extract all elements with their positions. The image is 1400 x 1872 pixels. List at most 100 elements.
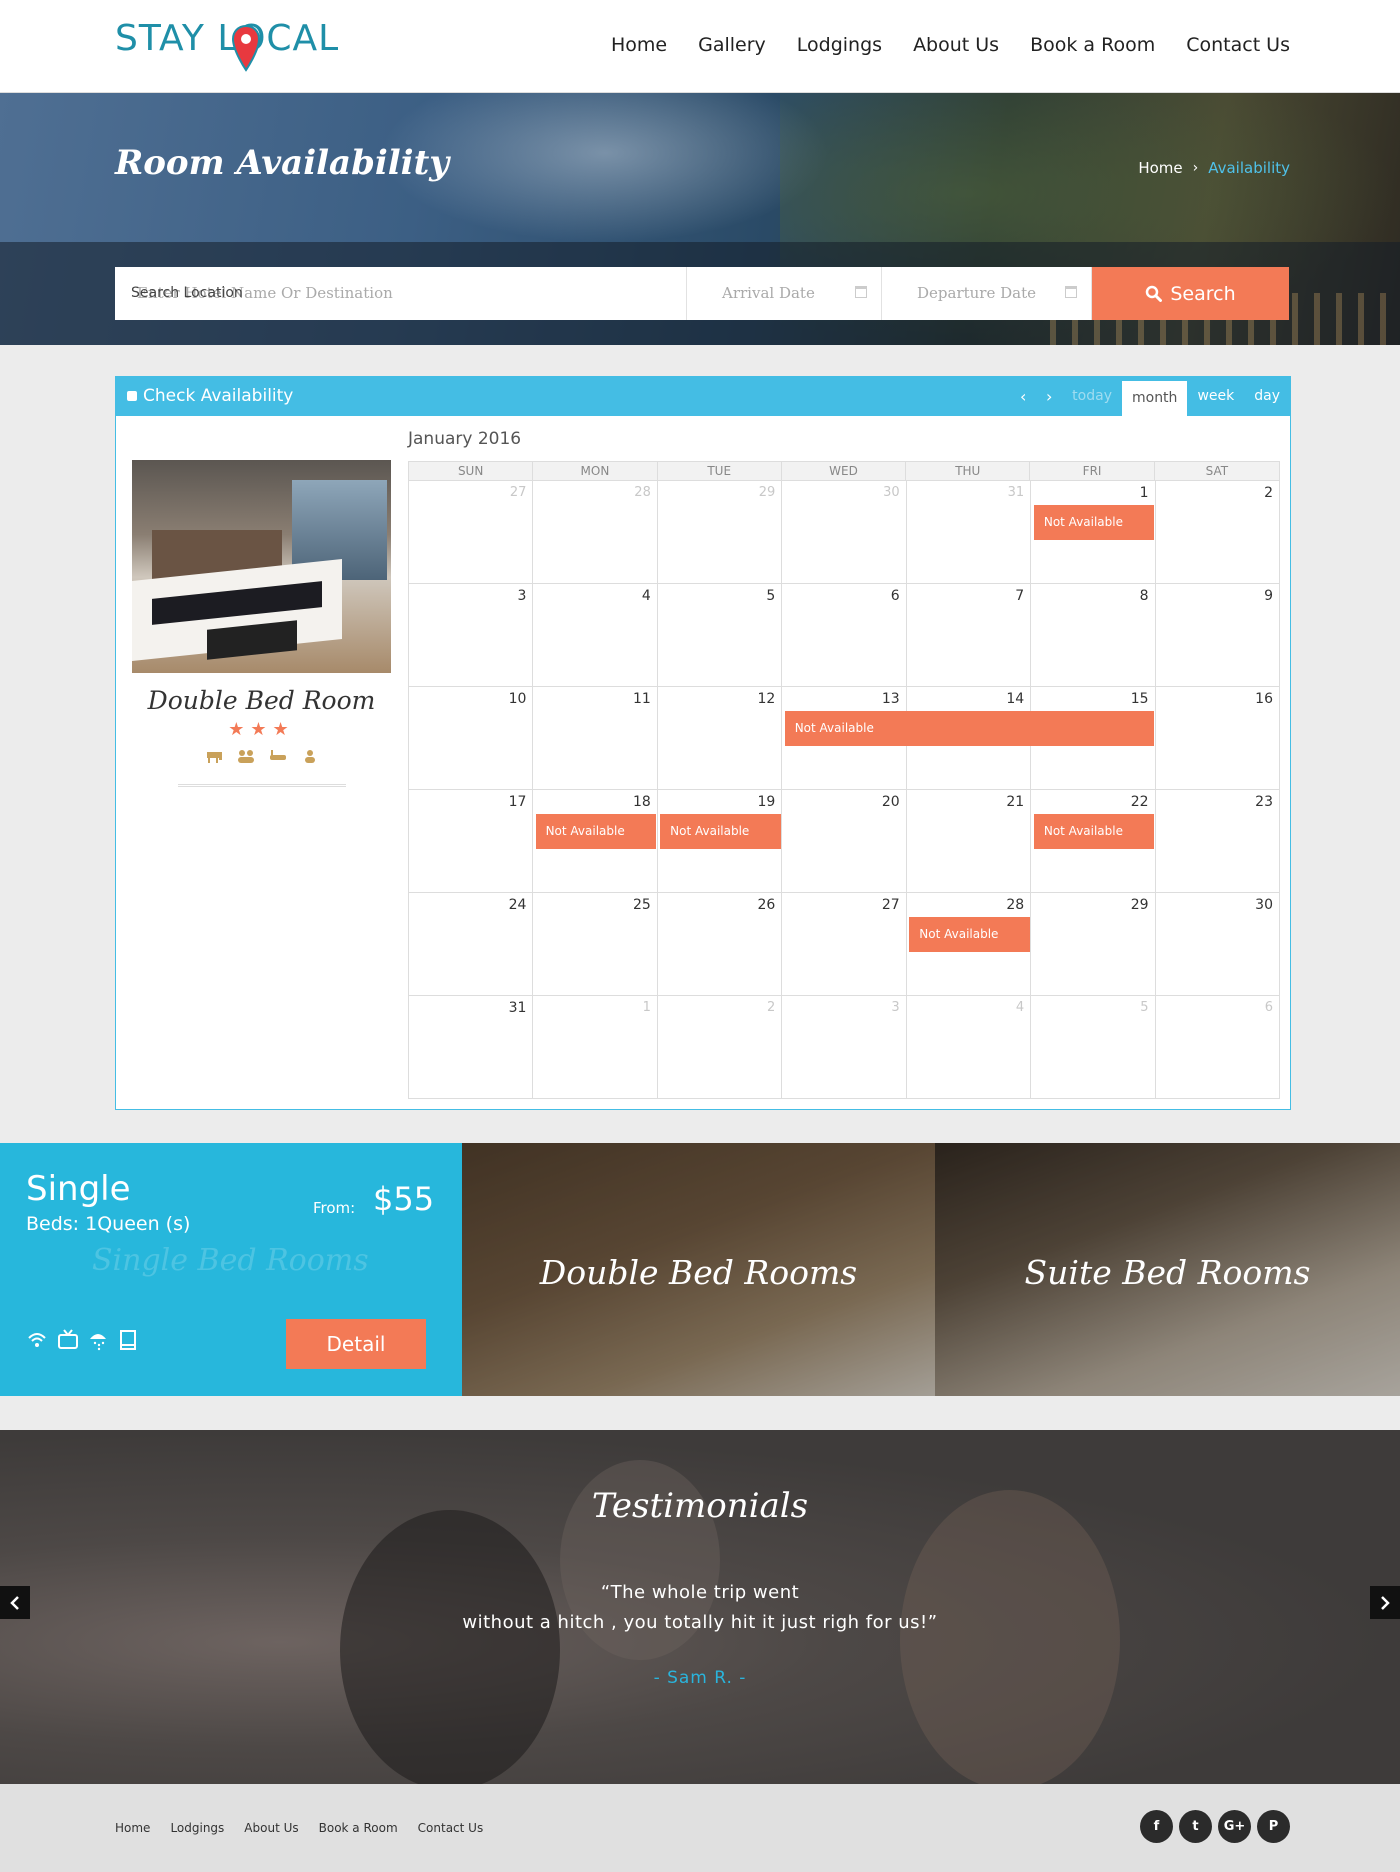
elephant-icon [205,748,223,763]
not-available-event[interactable]: Not Available [660,814,781,849]
month-view-button[interactable]: month [1121,381,1188,416]
footer-link-contact-us[interactable]: Contact Us [418,1821,484,1835]
double-room-tile[interactable]: Double Bed Rooms [462,1143,935,1396]
footer-link-about-us[interactable]: About Us [244,1821,298,1835]
calendar-day-cell[interactable]: 7 [907,584,1032,686]
wifi-icon [27,1329,47,1351]
calendar-day-cell[interactable]: 8 [1031,584,1156,686]
nav-about-us[interactable]: About Us [913,34,999,56]
single-ghost-caption: Single Bed Rooms [92,1243,369,1278]
calendar-day-cell[interactable]: 16 [1156,687,1280,789]
calendar-day-cell[interactable]: 25 [533,893,658,995]
calendar-day-cell[interactable]: 28 [533,481,658,583]
bathtub-icon [269,748,287,762]
calendar-icon [1065,286,1077,298]
search-bar: Enter Hotel Name Or Destination Search L… [115,267,1289,320]
search-button[interactable]: Search [1092,267,1289,320]
carousel-prev-button[interactable] [0,1586,30,1619]
not-available-event[interactable]: Not Available [535,814,657,849]
calendar-month-label: January 2016 [408,429,522,449]
calendar-day-cell[interactable]: 30 [782,481,907,583]
location-label: Search Location [131,285,243,301]
background-blur [340,1510,560,1784]
nav-home[interactable]: Home [611,34,667,56]
calendar-day-cell[interactable]: 4 [907,996,1032,1098]
calendar-day-cell[interactable]: 21 [907,790,1032,892]
calendar-day-number: 25 [633,897,651,913]
today-button[interactable]: today [1062,377,1122,416]
calendar-day-cell[interactable]: 24 [409,893,534,995]
twitter-icon[interactable]: t [1179,1810,1212,1843]
calendar-day-cell[interactable]: 17 [409,790,534,892]
suite-room-tile[interactable]: Suite Bed Rooms [935,1143,1400,1396]
calendar-day-cell[interactable]: 12 [658,687,783,789]
calendar-day-number: 16 [1255,691,1273,707]
breadcrumb-home[interactable]: Home [1138,159,1182,177]
calendar-day-cell[interactable]: 31 [907,481,1032,583]
calendar-day-cell[interactable]: 3 [782,996,907,1098]
nav-lodgings[interactable]: Lodgings [797,34,882,56]
calendar-day-cell[interactable]: 6 [1156,996,1280,1098]
calendar-day-cell[interactable]: 27 [782,893,907,995]
footer-link-lodgings[interactable]: Lodgings [170,1821,224,1835]
departure-date-input[interactable]: Departure Date [882,267,1092,320]
footer-link-home[interactable]: Home [115,1821,150,1835]
day-view-button[interactable]: day [1244,377,1290,416]
breadcrumb-current: Availability [1208,159,1290,177]
calendar-day-cell[interactable]: 1 [533,996,658,1098]
logo[interactable]: STAY LOCAL [115,16,338,82]
calendar-day-cell[interactable]: 26 [658,893,783,995]
calendar-day-cell[interactable]: 29 [1031,893,1156,995]
search-button-label: Search [1170,282,1236,305]
calendar-day-cell[interactable]: 5 [658,584,783,686]
calendar-day-number: 4 [641,588,651,604]
not-available-event[interactable]: Not Available [909,917,1030,952]
room-tiles: Single Bed Rooms Single Beds: 1Queen (s)… [0,1143,1400,1396]
calendar-day-cell[interactable]: 27 [409,481,534,583]
pinterest-icon[interactable]: P [1257,1810,1290,1843]
calendar-day-cell[interactable]: 23 [1156,790,1280,892]
room-type: Single [26,1169,131,1209]
prev-month-button[interactable]: ‹ [1010,387,1036,406]
detail-button[interactable]: Detail [286,1319,426,1369]
google-plus-icon[interactable]: G+ [1218,1810,1251,1843]
calendar-day-cell[interactable]: 30 [1156,893,1280,995]
nav-gallery[interactable]: Gallery [698,34,766,56]
calendar-day-cell[interactable]: 20 [782,790,907,892]
arrival-date-input[interactable]: Arrival Date [687,267,882,320]
not-available-event[interactable]: Not Available [1033,814,1155,849]
nav-contact-us[interactable]: Contact Us [1186,34,1290,56]
next-month-button[interactable]: › [1036,387,1062,406]
week-view-button[interactable]: week [1187,377,1244,416]
calendar-day-number: 7 [1015,588,1025,604]
facebook-icon[interactable]: f [1140,1810,1173,1843]
room-photo[interactable] [132,460,391,673]
calendar-day-number: 5 [766,588,776,604]
location-input[interactable]: Enter Hotel Name Or Destination Search L… [115,267,687,320]
not-available-event[interactable]: Not Available [784,711,1155,746]
calendar-day-cell[interactable]: 10 [409,687,534,789]
calendar-day-cell[interactable]: 5 [1031,996,1156,1098]
calendar-day-cell[interactable]: 29 [658,481,783,583]
nav-book-a-room[interactable]: Book a Room [1030,34,1155,56]
footer-link-book-a-room[interactable]: Book a Room [319,1821,398,1835]
calendar-day-cell[interactable]: 2 [658,996,783,1098]
calendar-day-cell[interactable]: 3 [409,584,534,686]
main-nav: Home Gallery Lodgings About Us Book a Ro… [580,34,1290,56]
calendar-day-cell[interactable]: 31 [409,996,534,1098]
calendar-day-cell[interactable]: 2 [1156,481,1280,583]
calendar-day-cell[interactable]: 11 [533,687,658,789]
calendar-day-cell[interactable]: 6 [782,584,907,686]
calendar-week: 10 11 12 13 14 15 16 Not Available [409,687,1280,790]
testimonial-quote-line: “The whole trip went [600,1582,800,1603]
carousel-next-button[interactable] [1370,1586,1400,1619]
testimonial-author: - Sam R. - [653,1668,747,1688]
calendar-day-cell[interactable]: 4 [533,584,658,686]
day-name: MON [533,462,658,480]
calendar-day-number: 29 [758,485,776,500]
single-room-tile[interactable]: Single Bed Rooms Single Beds: 1Queen (s)… [0,1143,462,1396]
star-rating: ★★★ [228,719,295,740]
not-available-event[interactable]: Not Available [1033,505,1155,540]
room-name: Double Bed Room [147,686,376,715]
calendar-day-cell[interactable]: 9 [1156,584,1280,686]
